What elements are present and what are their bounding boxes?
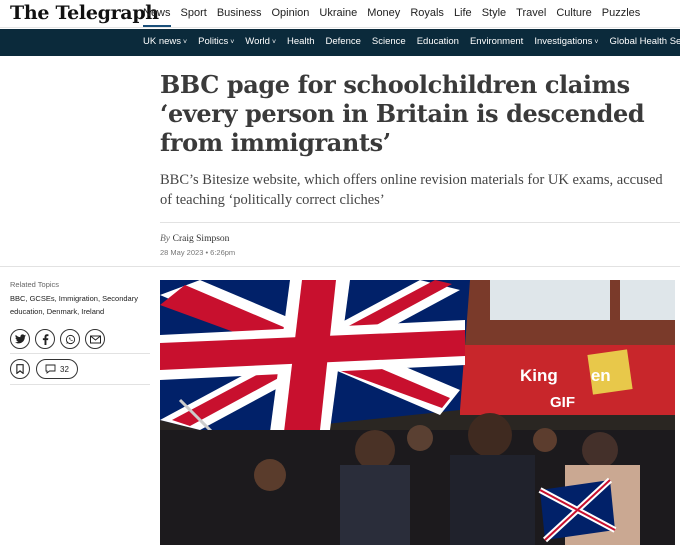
section-nav-label: Defence [325,36,361,47]
hero-photo-illustration [160,280,675,545]
article-standfirst: BBC’s Bitesize website, which offers onl… [160,172,663,208]
section-nav-label: World [245,36,270,47]
main-nav: News Sport Business Opinion Ukraine Money Roya… [143,6,650,27]
main-nav-item-puzzles[interactable]: Puzzles [602,6,641,27]
byline-prefix: By [160,234,171,244]
main-nav-item-life[interactable]: Life [454,6,472,27]
comment-count: 32 [60,364,69,374]
twitter-icon [14,334,26,344]
shop-sign-partial: en [590,366,611,385]
top-bar: The Telegraph News Sport Business Opinion Uk… [0,0,680,28]
divider [10,353,150,354]
section-nav-label: Science [371,36,406,47]
bookmark-icon [16,364,24,374]
related-topics-label: Related Topics [10,280,60,289]
facebook-icon [42,333,48,345]
email-share-button[interactable] [85,329,105,349]
main-nav-item-sport[interactable]: Sport [181,6,207,27]
main-nav-item-ukraine[interactable]: Ukraine [319,6,357,27]
section-nav-item-science[interactable]: Science [372,36,406,49]
main-nav-item-style[interactable]: Style [482,6,506,27]
main-nav-item-money[interactable]: Money [367,6,400,27]
main-nav-item-travel[interactable]: Travel [516,6,546,27]
section-nav-item-investigations[interactable]: Investigations ˅ [534,36,598,49]
facebook-share-button[interactable] [35,329,55,349]
chevron-down-icon: ˅ [594,39,599,46]
comments-button[interactable]: 32 [36,359,78,379]
section-nav-label: Environment [469,36,524,47]
shop-sign-line2: GIF [550,394,575,411]
section-nav-item-world[interactable]: World ˅ [245,36,276,49]
chevron-down-icon: ˅ [271,39,277,46]
byline: By Craig Simpson [160,233,229,244]
section-nav-label: Investigations [534,36,593,47]
divider [160,222,680,223]
main-nav-item-opinion[interactable]: Opinion [271,6,309,27]
divider [0,266,680,267]
shop-sign-text: King en [520,366,611,386]
whatsapp-share-button[interactable] [60,329,80,349]
section-nav-item-defence[interactable]: Defence [326,36,361,49]
section-nav-item-global-health-security[interactable]: Global Health Security [610,36,680,49]
whatsapp-icon [65,334,75,344]
article-tools: 32 [10,359,78,379]
related-topics-links[interactable]: BBC, GCSEs, Immigration, Secondary educa… [10,292,145,318]
section-nav-label: Education [416,36,459,47]
main-nav-item-royals[interactable]: Royals [410,6,444,27]
chevron-down-icon: ˅ [230,39,235,46]
divider [10,384,150,385]
section-nav-item-health[interactable]: Health [287,36,314,49]
article-headline: BBC page for schoolchildren claims ‘ever… [160,70,645,157]
union-flag-graphic [160,280,470,435]
section-nav-item-uk-news[interactable]: UK news ˅ [143,36,187,49]
section-nav-bar: UK news ˅ Politics ˅ World ˅ Health Defence Scie… [0,29,680,56]
section-nav-label: Global Health Security [609,36,680,47]
hero-image: King en GIF [160,280,675,545]
section-nav: UK news ˅ Politics ˅ World ˅ Health Defence Scie… [143,36,680,49]
publish-date: 28 May 2023 • 6:26pm [160,248,236,257]
section-nav-label: UK news [143,36,182,47]
save-bookmark-button[interactable] [10,359,30,379]
email-icon [89,335,101,343]
author-link[interactable]: Craig Simpson [173,234,230,244]
section-nav-label: Politics [198,36,229,47]
main-nav-item-culture[interactable]: Culture [556,6,591,27]
section-nav-label: Health [287,36,315,47]
main-nav-item-business[interactable]: Business [217,6,262,27]
shop-sign-line1: King [520,366,558,385]
section-nav-item-environment[interactable]: Environment [470,36,523,49]
share-buttons [10,329,105,349]
chevron-down-icon: ˅ [183,39,188,46]
twitter-share-button[interactable] [10,329,30,349]
comment-icon [45,364,56,374]
telegraph-logo[interactable]: The Telegraph [10,2,159,24]
section-nav-item-politics[interactable]: Politics ˅ [198,36,234,49]
main-nav-item-news[interactable]: News [143,6,171,27]
section-nav-item-education[interactable]: Education [417,36,459,49]
